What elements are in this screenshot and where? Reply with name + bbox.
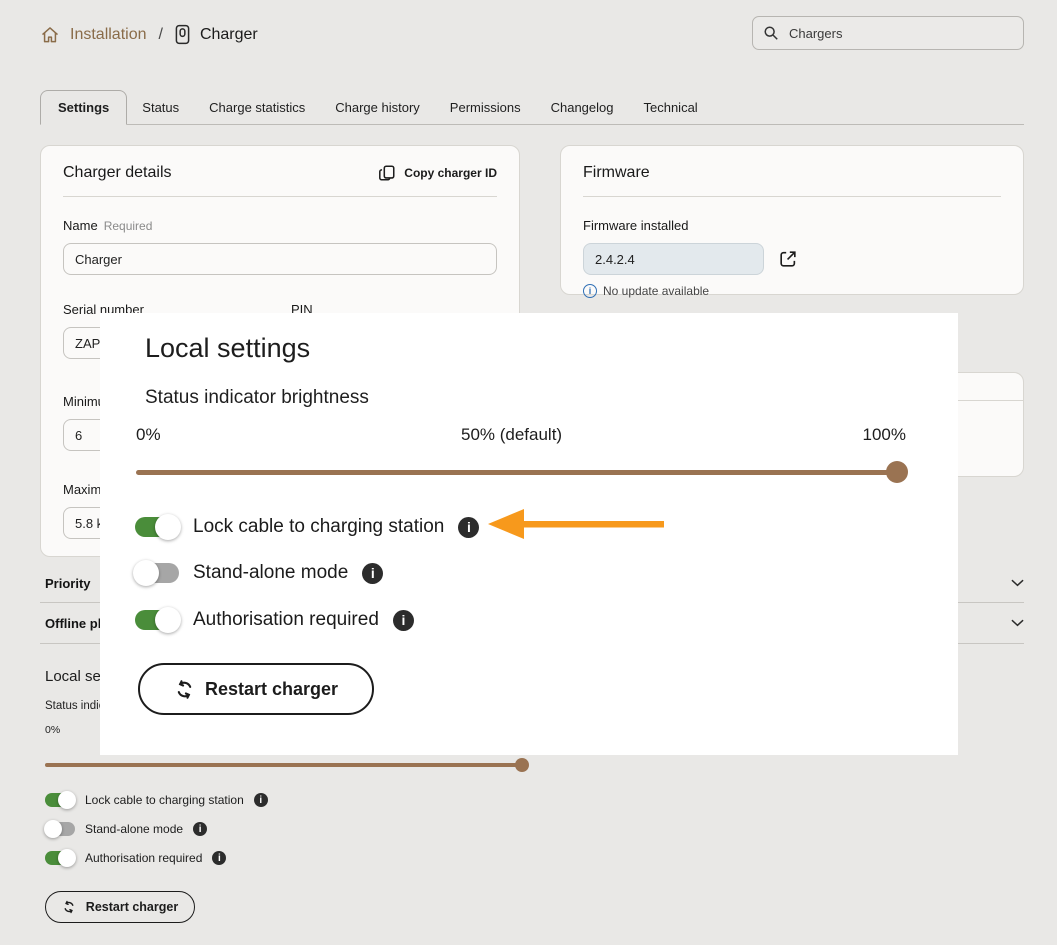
tab-status[interactable]: Status — [127, 91, 194, 124]
standalone-label: Stand-alone mode — [85, 822, 183, 836]
search-box[interactable] — [752, 16, 1024, 50]
toggle-row-authorisation: Authorisation required i — [135, 605, 414, 635]
toggle-row-standalone: Stand-alone mode i — [45, 819, 207, 839]
slider-thumb[interactable] — [886, 461, 908, 483]
annotation-arrow-icon — [488, 507, 664, 541]
authorisation-toggle[interactable] — [45, 851, 75, 865]
name-required-hint: Required — [104, 219, 153, 233]
breadcrumb-separator: / — [159, 26, 163, 44]
tab-settings[interactable]: Settings — [40, 90, 127, 125]
tab-technical[interactable]: Technical — [628, 91, 712, 124]
charger-details-title: Charger details — [63, 164, 172, 182]
lock-cable-label: Lock cable to charging station — [193, 516, 444, 538]
brightness-slider[interactable] — [45, 763, 528, 767]
tab-changelog[interactable]: Changelog — [536, 91, 629, 124]
lock-cable-label: Lock cable to charging station — [85, 793, 244, 807]
restart-charger-label: Restart charger — [205, 679, 338, 700]
slider-tick-0: 0% — [136, 425, 161, 445]
brightness-slider[interactable] — [136, 470, 906, 475]
standalone-toggle[interactable] — [135, 563, 179, 583]
firmware-version-field: 2.4.2.4 — [583, 243, 764, 275]
restart-charger-button[interactable]: Restart charger — [45, 891, 195, 923]
tab-charge-statistics[interactable]: Charge statistics — [194, 91, 320, 124]
slider-tick-100: 100% — [863, 425, 906, 445]
info-icon[interactable]: i — [212, 851, 226, 865]
chevron-down-icon[interactable] — [1011, 619, 1024, 627]
home-icon[interactable] — [40, 25, 60, 45]
toggle-row-lock-cable: Lock cable to charging station i — [135, 512, 479, 542]
tab-charge-history[interactable]: Charge history — [320, 91, 435, 124]
offline-label: Offline ph — [40, 616, 106, 631]
info-icon[interactable]: i — [193, 822, 207, 836]
breadcrumb-current: Charger — [200, 26, 258, 44]
tab-permissions[interactable]: Permissions — [435, 91, 536, 124]
authorisation-label: Authorisation required — [193, 609, 379, 631]
copy-icon — [378, 164, 396, 182]
charger-settings-page: Installation / Charger Settings Status C… — [0, 0, 1057, 945]
local-settings-heading: Local settings — [145, 333, 310, 364]
charger-icon — [175, 24, 190, 45]
slider-tick-50: 50% (default) — [461, 425, 562, 445]
restart-charger-label: Restart charger — [86, 900, 178, 914]
breadcrumb: Installation / Charger — [40, 24, 258, 45]
info-icon[interactable]: i — [362, 563, 383, 584]
brightness-label: Status indicator brightness — [145, 387, 369, 409]
standalone-label: Stand-alone mode — [193, 562, 348, 584]
local-settings-magnified-panel: Local settings Status indicator brightne… — [100, 313, 958, 755]
firmware-installed-label: Firmware installed — [583, 218, 688, 233]
tab-bar: Settings Status Charge statistics Charge… — [40, 90, 1024, 125]
update-status-text: No update available — [603, 284, 709, 298]
search-input[interactable] — [787, 25, 1013, 42]
search-icon — [763, 25, 779, 41]
update-info-icon: i — [583, 284, 597, 298]
name-label: Name — [63, 218, 98, 233]
info-icon[interactable]: i — [254, 793, 268, 807]
chevron-down-icon[interactable] — [1011, 579, 1024, 587]
firmware-card: Firmware Firmware installed 2.4.2.4 i No… — [560, 145, 1024, 295]
slider-thumb[interactable] — [515, 758, 529, 772]
priority-label: Priority — [40, 576, 91, 591]
firmware-title: Firmware — [583, 164, 650, 182]
copy-charger-id-label: Copy charger ID — [404, 166, 497, 180]
standalone-toggle[interactable] — [45, 822, 75, 836]
toggle-row-lock-cable: Lock cable to charging station i — [45, 790, 268, 810]
toggle-row-authorisation: Authorisation required i — [45, 848, 226, 868]
lock-cable-toggle[interactable] — [45, 793, 75, 807]
toggle-row-standalone: Stand-alone mode i — [135, 558, 383, 588]
copy-charger-id-button[interactable]: Copy charger ID — [378, 164, 497, 182]
restart-icon — [174, 679, 195, 700]
external-link-icon[interactable] — [778, 249, 798, 269]
slider-tick-0: 0% — [45, 724, 60, 736]
info-icon[interactable]: i — [393, 610, 414, 631]
info-icon[interactable]: i — [458, 517, 479, 538]
restart-charger-button[interactable]: Restart charger — [138, 663, 374, 715]
slider-ticks: 0% 50% (default) 100% — [136, 425, 906, 445]
restart-icon — [62, 900, 76, 914]
name-field[interactable]: Charger — [63, 243, 497, 275]
authorisation-label: Authorisation required — [85, 851, 202, 865]
breadcrumb-installation-link[interactable]: Installation — [70, 26, 147, 44]
lock-cable-toggle[interactable] — [135, 517, 179, 537]
authorisation-toggle[interactable] — [135, 610, 179, 630]
